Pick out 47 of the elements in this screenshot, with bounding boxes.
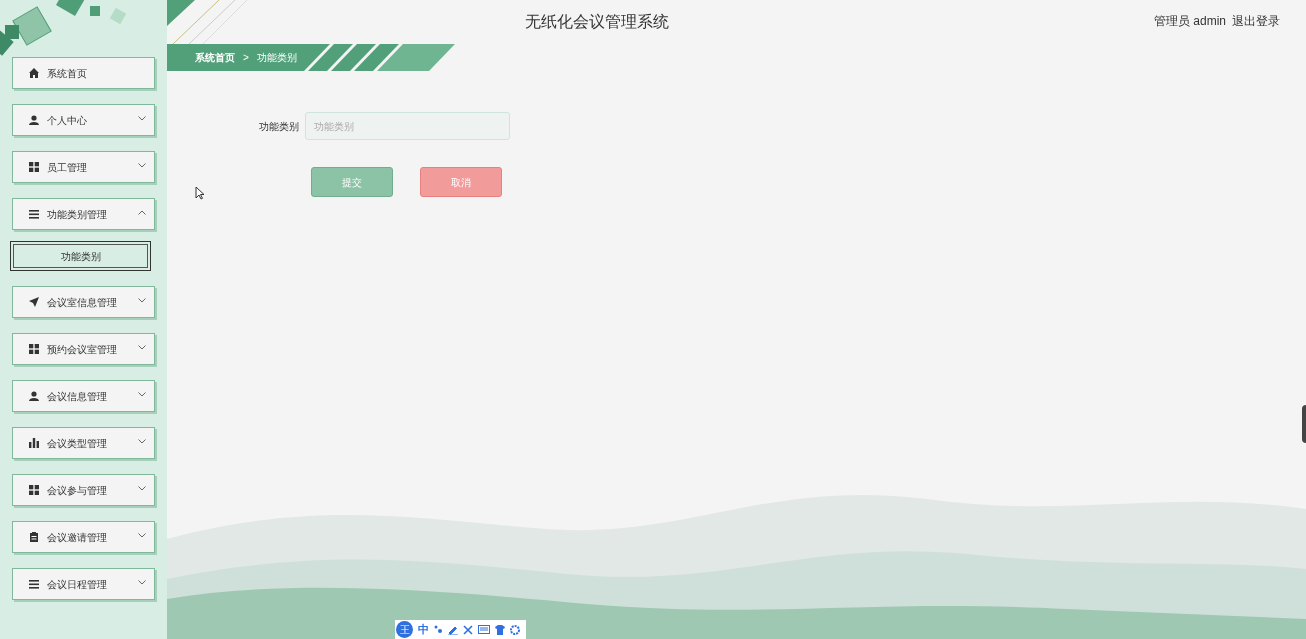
breadcrumb-separator: > (243, 51, 249, 65)
chevron-down-icon (138, 391, 146, 397)
bar-chart-icon (29, 438, 39, 448)
chevron-down-icon (138, 115, 146, 121)
person-icon (29, 391, 39, 401)
chevron-down-icon (138, 162, 146, 168)
ime-mode-button[interactable]: 中 (418, 621, 429, 638)
app-title: 无纸化会议管理系统 (524, 12, 669, 32)
chevron-up-icon (138, 209, 146, 215)
list-icon (29, 579, 39, 589)
ime-logo[interactable]: 王 (396, 621, 413, 638)
shirt-icon[interactable] (495, 624, 505, 635)
cursor-icon (195, 186, 205, 200)
menu-item[interactable]: 功能类别管理 (12, 198, 155, 230)
chevron-down-icon (138, 532, 146, 538)
menu-item[interactable]: 员工管理 (12, 151, 155, 183)
chevron-down-icon (138, 579, 146, 585)
keyboard-icon[interactable] (478, 625, 490, 634)
menu-item[interactable]: 会议室信息管理 (12, 286, 155, 318)
menu-item[interactable]: 会议类型管理 (12, 427, 155, 459)
grid-icon (29, 485, 39, 495)
submenu-item[interactable]: 功能类别 (10, 241, 151, 271)
logout-link[interactable]: 退出登录 (1232, 12, 1280, 30)
menu-item[interactable]: 会议邀请管理 (12, 521, 155, 553)
menu-item[interactable]: 会议日程管理 (12, 568, 155, 600)
text-input[interactable]: 功能类别 (305, 112, 510, 140)
chevron-down-icon (138, 485, 146, 491)
menu-item[interactable]: 会议参与管理 (12, 474, 155, 506)
menu-item[interactable]: 预约会议室管理 (12, 333, 155, 365)
chevron-down-icon (138, 344, 146, 350)
pen-icon[interactable] (448, 624, 458, 635)
list-icon (29, 209, 39, 219)
person-icon (29, 115, 39, 125)
scroll-handle[interactable] (1302, 405, 1306, 443)
field-label: 功能类别 (258, 119, 300, 134)
chevron-down-icon (138, 438, 146, 444)
chevron-down-icon (138, 297, 146, 303)
grid-icon (29, 162, 39, 172)
paper-plane-icon (29, 297, 39, 307)
home-icon (29, 68, 39, 78)
menu-item[interactable]: 个人中心 (12, 104, 155, 136)
grid-icon (29, 344, 39, 354)
menu-item[interactable]: 系统首页 (12, 57, 155, 89)
user-label: 管理员 admin (1153, 13, 1226, 30)
clipboard-icon (29, 532, 39, 542)
punctuation-icon[interactable] (434, 625, 443, 634)
menu-item[interactable]: 会议信息管理 (12, 380, 155, 412)
